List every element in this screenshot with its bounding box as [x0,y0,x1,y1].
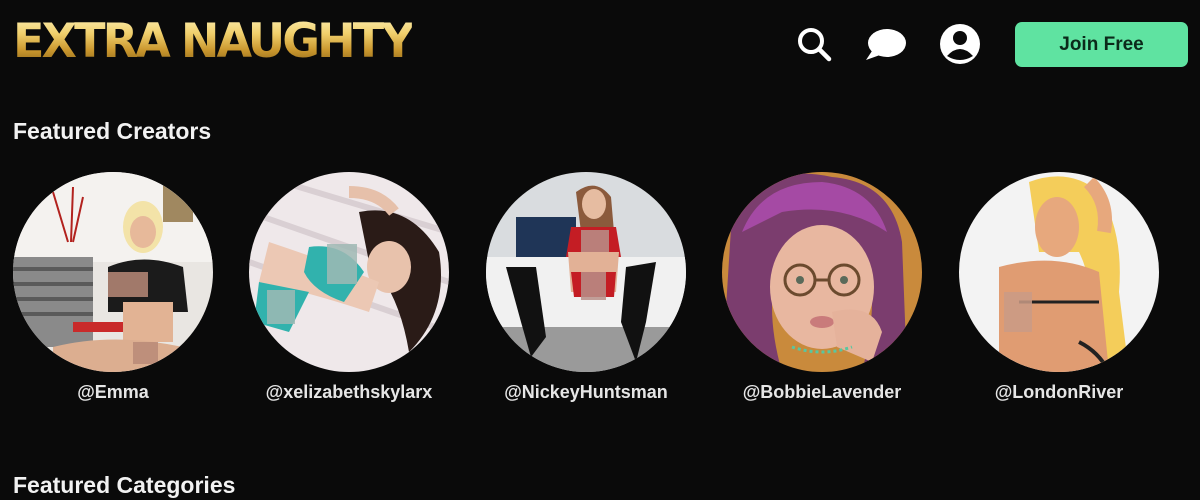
site-header: EXTRA NAUGHTY Join Free [0,0,1200,90]
creator-avatar[interactable] [722,172,922,372]
creator-handle[interactable]: @xelizabethskylarx [231,382,467,403]
chat-bubble-icon [866,29,906,60]
creator-handle[interactable]: @BobbieLavender [704,382,940,403]
join-free-button[interactable]: Join Free [1015,22,1188,67]
creator-card-londonriver[interactable]: @LondonRiver [941,172,1177,403]
user-account-icon [940,24,980,64]
creator-avatar[interactable] [13,172,213,372]
account-button[interactable] [938,22,982,66]
creator-card-emma[interactable]: @Emma [0,172,231,403]
creator-handle[interactable]: @LondonRiver [941,382,1177,403]
creator-handle[interactable]: @Emma [0,382,231,403]
search-button[interactable] [792,22,836,66]
creator-card-xelizabethskylarx[interactable]: @xelizabethskylarx [231,172,467,403]
creator-avatar[interactable] [486,172,686,372]
site-logo[interactable]: EXTRA NAUGHTY [13,14,415,70]
creator-card-bobbielavender[interactable]: @BobbieLavender [704,172,940,403]
messages-button[interactable] [864,22,908,66]
featured-creators-list: @Emma @xelizabethskylarx @NickeyHuntsman… [0,172,1200,412]
featured-categories-title: Featured Categories [13,472,236,498]
creator-handle[interactable]: @NickeyHuntsman [468,382,704,403]
creator-avatar[interactable] [959,172,1159,372]
featured-creators-title: Featured Creators [13,118,212,144]
creator-avatar[interactable] [249,172,449,372]
search-icon [798,28,832,62]
page: EXTRA NAUGHTY Join Free Featured Creator… [0,0,1200,500]
creator-card-nickeyhuntsman[interactable]: @NickeyHuntsman [468,172,704,403]
